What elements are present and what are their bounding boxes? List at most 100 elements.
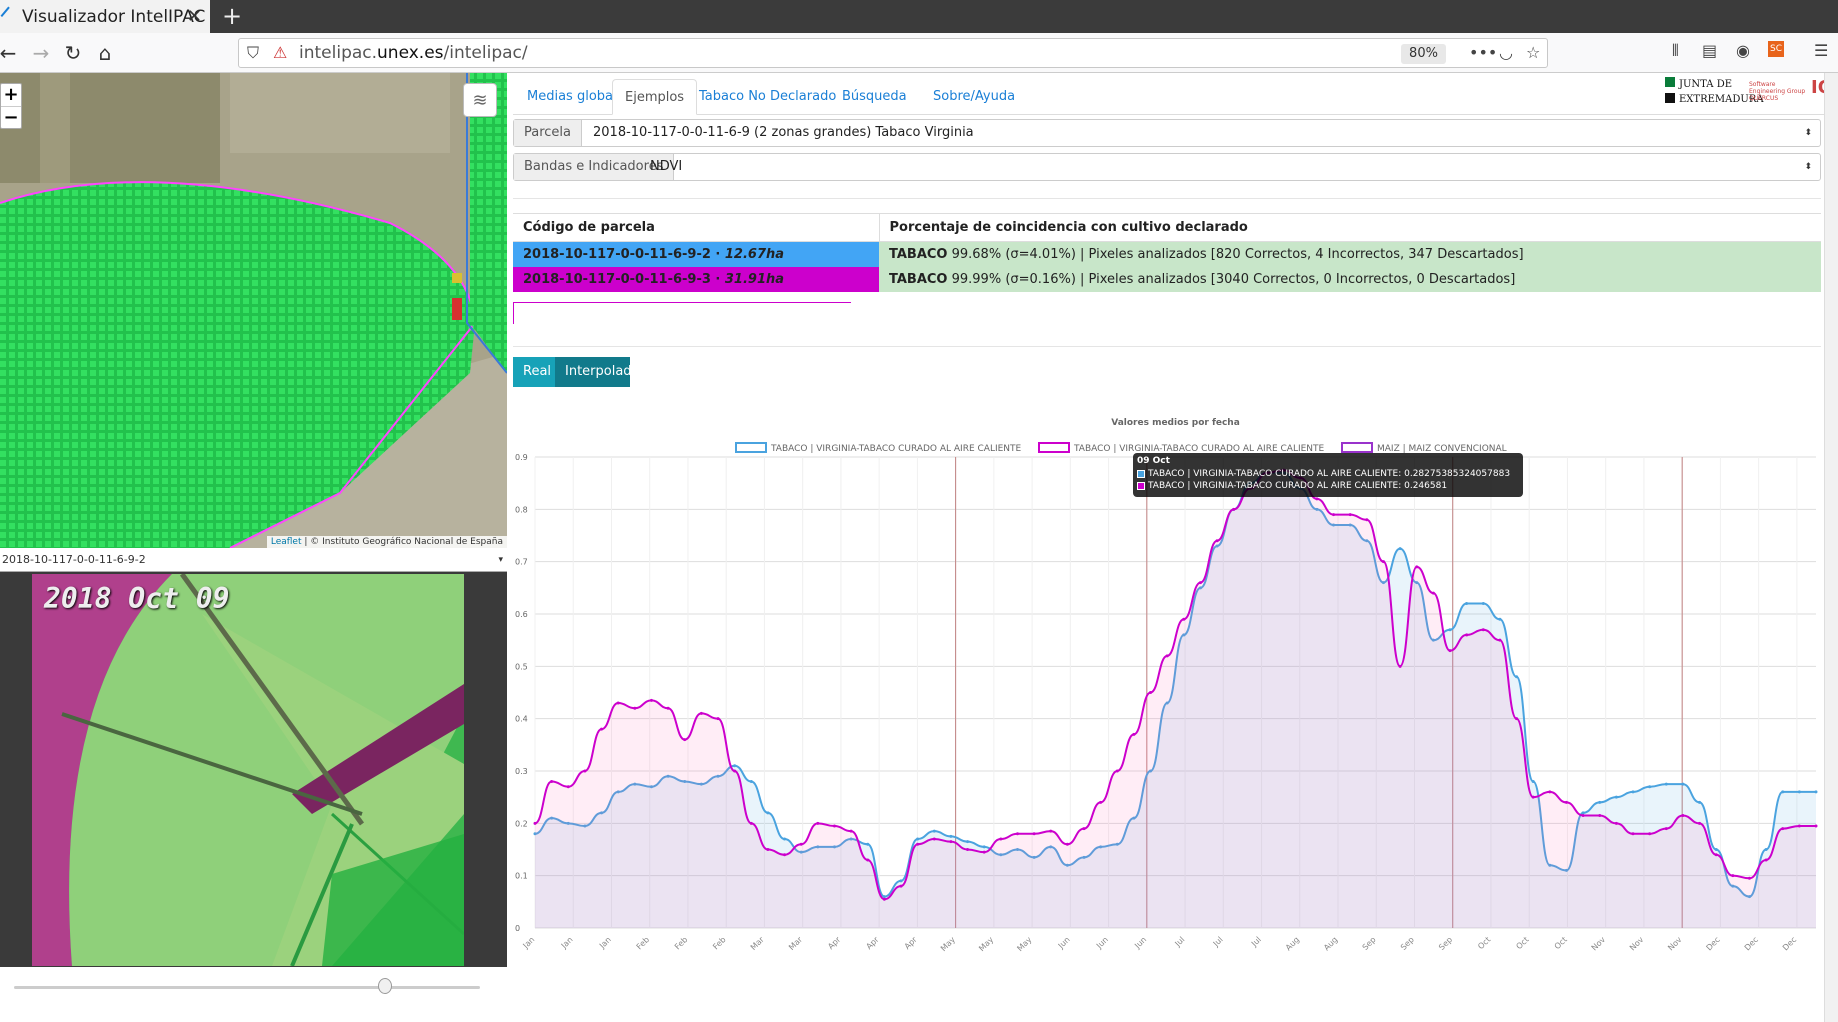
data-point bbox=[1515, 717, 1519, 721]
real-button[interactable]: Real bbox=[513, 357, 555, 387]
data-point bbox=[749, 779, 753, 783]
close-tab-icon[interactable]: ✕ bbox=[187, 6, 202, 27]
data-point bbox=[1731, 874, 1735, 878]
data-point bbox=[1664, 782, 1668, 786]
x-tick-label: Mar bbox=[749, 935, 767, 953]
data-point bbox=[999, 837, 1003, 841]
page-scrollbar[interactable] bbox=[1824, 73, 1838, 1022]
account-icon[interactable]: ◉ bbox=[1736, 41, 1750, 60]
image-panel: 2018 Oct 09 bbox=[0, 572, 507, 1022]
data-point bbox=[1465, 633, 1469, 637]
legend-entry: TABACO | VIRGINIA-TABACO CURADO AL AIRE … bbox=[770, 444, 1022, 454]
x-tick-label: May bbox=[939, 935, 957, 953]
coincidence-cell: TABACO 99.99% (σ=0.16%) | Pixeles analiz… bbox=[879, 267, 1821, 292]
x-tick-label: Sep bbox=[1437, 935, 1454, 952]
shield-icon[interactable]: ⛉ bbox=[247, 43, 259, 63]
data-point bbox=[1797, 790, 1801, 794]
tab-bar: Visualizador IntelIPAC ✕ + bbox=[0, 0, 1838, 33]
tooltip-swatch bbox=[1137, 482, 1145, 490]
map-attribution: Leaflet | © Instituto Geográfico Naciona… bbox=[266, 536, 507, 548]
y-tick-label: 0.1 bbox=[515, 872, 528, 881]
x-tick-label: Nov bbox=[1628, 935, 1646, 953]
data-point bbox=[1348, 513, 1352, 517]
forward-arrow-icon[interactable]: → bbox=[29, 41, 53, 65]
zoom-indicator[interactable]: 80% bbox=[1401, 44, 1446, 64]
data-point bbox=[566, 785, 570, 789]
data-point bbox=[866, 858, 870, 862]
new-tab-button[interactable]: + bbox=[218, 2, 246, 30]
table-row[interactable]: 2018-10-117-0-0-11-6-9-2 · 12.67ha TABAC… bbox=[513, 241, 1821, 267]
library-icon[interactable]: ⫴ bbox=[1672, 41, 1679, 61]
url-bar[interactable]: ⛉ ⚠ intelipac.unex.es/intelipac/ 80% •••… bbox=[238, 38, 1548, 68]
parcel-code-cell[interactable]: 2018-10-117-0-0-11-6-9-3 · 31.91ha bbox=[513, 267, 879, 292]
slider-track[interactable] bbox=[14, 986, 480, 989]
legend-swatch bbox=[1038, 442, 1070, 453]
pocket-icon[interactable]: ◡ bbox=[1499, 43, 1513, 62]
divider bbox=[513, 346, 1821, 347]
tab-tabaco-no-declarado[interactable]: Tabaco No Declarado bbox=[687, 79, 848, 115]
data-point bbox=[783, 837, 787, 841]
y-tick-label: 0.7 bbox=[515, 558, 528, 567]
y-tick-label: 0.8 bbox=[515, 505, 528, 514]
data-point bbox=[1714, 848, 1718, 851]
parcel-code-cell[interactable]: 2018-10-117-0-0-11-6-9-2 · 12.67ha bbox=[513, 241, 879, 267]
divider bbox=[513, 198, 1821, 199]
parcel-select[interactable]: 2018-10-117-0-0-11-6-9-2 ▾ bbox=[0, 548, 507, 572]
data-point bbox=[1115, 769, 1119, 773]
parcela-select[interactable]: Parcela 2018-10-117-0-0-11-6-9 (2 zonas … bbox=[513, 119, 1821, 147]
tab-sobre-ayuda[interactable]: Sobre/Ayuda bbox=[921, 79, 1027, 115]
url-text[interactable]: intelipac.unex.es/intelipac/ bbox=[299, 43, 528, 63]
dropdown-arrow-icon: ▾ bbox=[498, 555, 503, 565]
parcel-select-value: 2018-10-117-0-0-11-6-9-2 bbox=[2, 553, 146, 566]
back-arrow-icon[interactable]: ← bbox=[0, 41, 20, 65]
x-tick-label: Jul bbox=[1211, 935, 1225, 949]
browser-tab[interactable]: Visualizador IntelIPAC ✕ bbox=[0, 0, 210, 33]
data-point bbox=[1781, 827, 1785, 831]
data-point bbox=[1049, 829, 1053, 833]
menu-hamburger-icon[interactable]: ☰ bbox=[1814, 41, 1828, 60]
interpolado-button[interactable]: Interpolado bbox=[555, 357, 640, 387]
layers-icon[interactable]: ≋ bbox=[463, 83, 497, 117]
parcela-label: Parcela bbox=[514, 120, 583, 146]
data-point bbox=[600, 727, 604, 731]
bookmark-star-icon[interactable]: ☆ bbox=[1526, 43, 1540, 62]
tab-ejemplos[interactable]: Ejemplos bbox=[612, 79, 698, 115]
x-tick-label: Jan bbox=[559, 935, 575, 951]
data-point bbox=[1165, 654, 1169, 658]
leaflet-link[interactable]: Leaflet bbox=[271, 537, 302, 547]
junta-logo-green-square bbox=[1665, 77, 1675, 87]
data-point bbox=[799, 842, 803, 846]
satellite-image-graphic bbox=[32, 574, 464, 966]
data-point bbox=[1648, 832, 1652, 836]
map-view[interactable]: + − ≋ Leaflet | © Instituto Geográfico N… bbox=[0, 73, 507, 548]
data-point bbox=[749, 821, 753, 825]
data-point bbox=[1614, 795, 1618, 799]
data-point bbox=[1099, 800, 1103, 804]
data-point bbox=[550, 779, 554, 783]
extension-icon[interactable]: SC bbox=[1768, 41, 1784, 57]
date-slider[interactable] bbox=[0, 967, 507, 1022]
bandas-select[interactable]: Bandas e Indicadores NDVI ⬍ bbox=[513, 153, 1821, 181]
reload-icon[interactable]: ↻ bbox=[61, 41, 85, 65]
coincidence-cell: TABACO 99.68% (σ=4.01%) | Pixeles analiz… bbox=[879, 241, 1821, 267]
data-point bbox=[1664, 827, 1668, 831]
data-point bbox=[1215, 539, 1219, 543]
sidebar-icon[interactable]: ▤ bbox=[1702, 41, 1717, 60]
zoom-out-button[interactable]: − bbox=[1, 106, 21, 128]
data-point bbox=[766, 848, 770, 851]
data-point bbox=[733, 769, 737, 773]
more-actions-icon[interactable]: ••• bbox=[1469, 43, 1497, 62]
home-icon[interactable]: ⌂ bbox=[93, 41, 117, 65]
insecure-lock-icon[interactable]: ⚠ bbox=[273, 43, 287, 62]
data-point bbox=[982, 845, 986, 849]
tab-busqueda[interactable]: Búsqueda bbox=[830, 79, 919, 115]
zoom-in-button[interactable]: + bbox=[1, 84, 21, 106]
data-point bbox=[1797, 824, 1801, 828]
x-tick-label: Jan bbox=[521, 935, 537, 951]
data-point bbox=[1481, 602, 1485, 606]
data-point bbox=[1415, 565, 1419, 569]
slider-thumb[interactable] bbox=[377, 978, 392, 994]
table-row[interactable]: 2018-10-117-0-0-11-6-9-3 · 31.91ha TABAC… bbox=[513, 267, 1821, 292]
x-tick-label: Jul bbox=[1173, 935, 1187, 949]
data-point bbox=[1698, 800, 1702, 804]
